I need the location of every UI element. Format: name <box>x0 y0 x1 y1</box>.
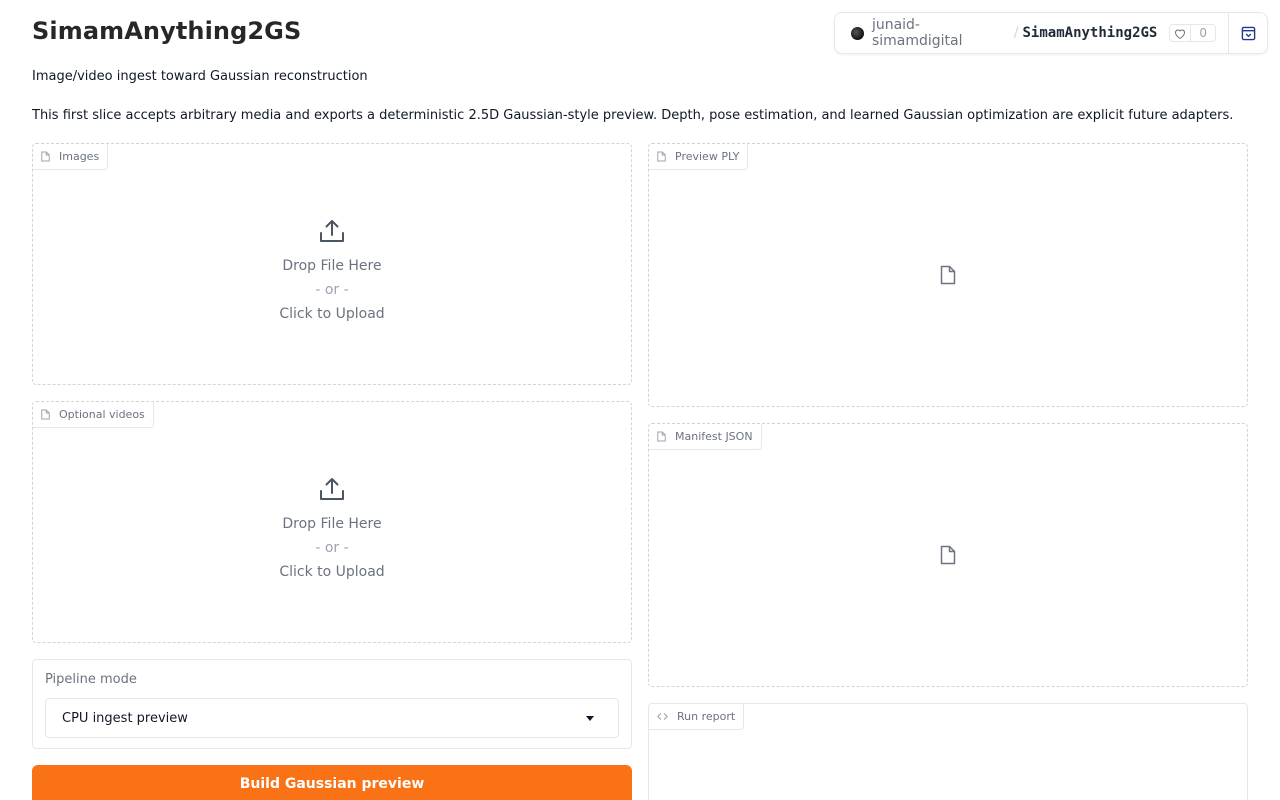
empty-file-icon <box>940 545 956 565</box>
pipeline-mode-dropdown[interactable]: CPU ingest preview <box>45 698 619 738</box>
owner-avatar[interactable] <box>851 26 864 40</box>
collapse-icon <box>1241 26 1255 40</box>
file-icon <box>41 151 50 162</box>
file-icon <box>657 151 666 162</box>
code-icon <box>657 713 668 720</box>
owner-link[interactable]: junaid-simamdigital <box>872 17 1010 49</box>
images-upload-dropzone[interactable]: Images Drop File Here - or - Click to Up… <box>32 143 632 385</box>
run-report-label: Run report <box>649 704 745 730</box>
build-gaussian-preview-button[interactable]: Build Gaussian preview <box>32 765 632 800</box>
space-badge: junaid-simamdigital / SimamAnything2GS 0 <box>834 12 1268 54</box>
videos-upload-dropzone[interactable]: Optional videos Drop File Here - or - Cl… <box>32 401 632 643</box>
manifest-json-output: Manifest JSON <box>648 423 1248 687</box>
space-badge-main: junaid-simamdigital / SimamAnything2GS 0 <box>835 13 1216 53</box>
path-separator: / <box>1013 25 1019 41</box>
space-name-link[interactable]: SimamAnything2GS <box>1023 25 1158 41</box>
drop-file-text: Drop File Here <box>282 258 382 274</box>
chevron-down-icon <box>586 716 594 721</box>
pipeline-mode-block: Pipeline mode CPU ingest preview <box>32 659 632 749</box>
preview-ply-label: Preview PLY <box>649 144 749 170</box>
click-to-upload-text: Click to Upload <box>279 306 385 322</box>
or-text: - or - <box>315 540 349 556</box>
upload-icon <box>320 220 344 242</box>
page-title: SimamAnything2GS <box>32 17 302 45</box>
images-upload-label: Images <box>33 144 109 170</box>
page-description: This first slice accepts arbitrary media… <box>32 108 1234 123</box>
run-report-output: Run report <box>648 703 1248 800</box>
like-count: 0 <box>1199 26 1207 40</box>
upload-icon <box>320 478 344 500</box>
or-text: - or - <box>315 282 349 298</box>
like-button[interactable]: 0 <box>1169 24 1216 42</box>
pipeline-mode-value: CPU ingest preview <box>62 710 188 726</box>
drop-file-text: Drop File Here <box>282 516 382 532</box>
heart-icon <box>1170 25 1192 41</box>
click-to-upload-text: Click to Upload <box>279 564 385 580</box>
pipeline-mode-label: Pipeline mode <box>45 672 137 687</box>
images-upload-prompt[interactable]: Drop File Here - or - Click to Upload <box>33 218 631 326</box>
file-icon <box>41 409 50 420</box>
page-subtitle: Image/video ingest toward Gaussian recon… <box>32 69 368 84</box>
videos-upload-label: Optional videos <box>33 402 154 428</box>
collapse-button[interactable] <box>1229 13 1267 53</box>
manifest-json-label: Manifest JSON <box>649 424 762 450</box>
empty-file-icon <box>940 265 956 285</box>
preview-ply-output: Preview PLY <box>648 143 1248 407</box>
file-icon <box>657 431 666 442</box>
videos-upload-prompt[interactable]: Drop File Here - or - Click to Upload <box>33 476 631 584</box>
